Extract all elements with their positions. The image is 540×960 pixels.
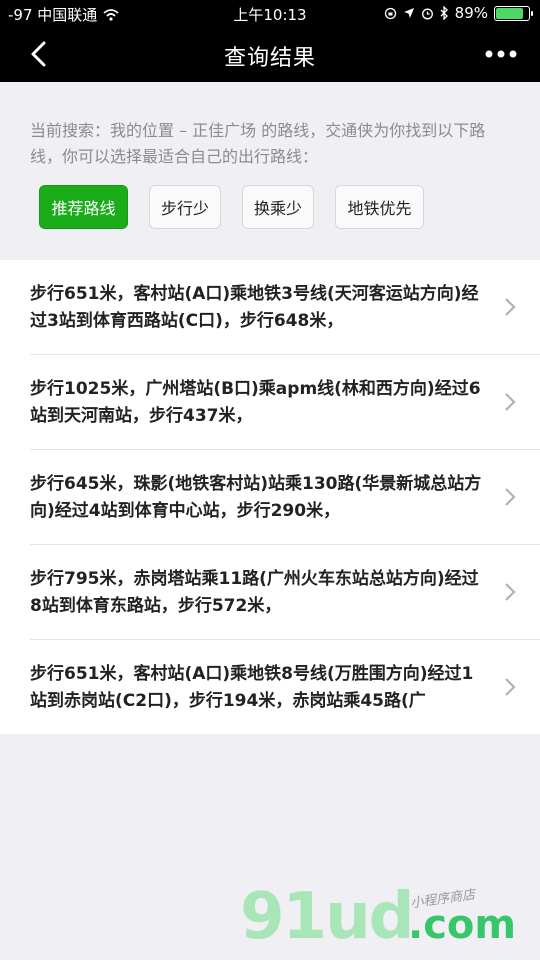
route-text: 步行645米，珠影(地铁客村站)站乘130路(华景新城总站方向)经过4站到体育中… [30,474,482,521]
battery-fill [496,7,523,19]
bluetooth-icon [440,6,448,20]
route-text: 步行1025米，广州塔站(B口)乘apm线(林和西方向)经过6站到天河南站，步行… [30,379,481,426]
chevron-right-icon [505,298,516,316]
status-bar: -97 中国联通 上午10:13 89% [0,0,540,26]
route-item[interactable]: 步行645米，珠影(地铁客村站)站乘130路(华景新城总站方向)经过4站到体育中… [0,450,540,545]
chevron-right-icon [505,678,516,696]
watermark-logo: 91ud 小程序商店 .com [240,880,540,960]
filter-bar: 推荐路线 步行少 换乘少 地铁优先 [39,185,424,229]
chevron-right-icon [505,488,516,506]
route-list: 步行651米，客村站(A口)乘地铁3号线(天河客运站方向)经过3站到体育西路站(… [0,260,540,734]
filter-recommended[interactable]: 推荐路线 [39,185,128,229]
watermark-domain: .com [408,902,517,948]
route-text: 步行795米，赤岗塔站乘11路(广州火车东站总站方向)经过8站到体育东路站，步行… [30,569,479,616]
search-description: 当前搜索：我的位置 – 正佳广场 的路线，交通侠为你找到以下路线，你可以选择最适… [30,121,486,166]
filter-less-walking[interactable]: 步行少 [149,185,221,229]
route-item[interactable]: 步行795米，赤岗塔站乘11路(广州火车东站总站方向)经过8站到体育东路站，步行… [0,545,540,640]
nav-bar: 查询结果 [0,26,540,82]
status-right: 89% [384,4,533,22]
route-text: 步行651米，客村站(A口)乘地铁3号线(天河客运站方向)经过3站到体育西路站(… [30,284,479,331]
route-item[interactable]: 步行651米，客村站(A口)乘地铁8号线(万胜围方向)经过1站到赤岗站(C2口)… [0,640,540,735]
location-icon [403,8,414,18]
route-text: 步行651米，客村站(A口)乘地铁8号线(万胜围方向)经过1站到赤岗站(C2口)… [30,664,474,711]
filter-subway-first[interactable]: 地铁优先 [335,185,424,229]
chevron-right-icon [505,393,516,411]
chevron-right-icon [505,583,516,601]
watermark-brand: 91ud [240,880,414,954]
route-item[interactable]: 步行651米，客村站(A口)乘地铁3号线(天河客运站方向)经过3站到体育西路站(… [0,260,540,355]
filter-less-transfer[interactable]: 换乘少 [242,185,314,229]
page-title: 查询结果 [223,46,316,71]
battery-icon [494,5,533,21]
orientation-lock-icon [384,7,396,19]
search-panel: 当前搜索：我的位置 – 正佳广场 的路线，交通侠为你找到以下路线，你可以选择最适… [0,82,540,258]
alarm-icon [421,8,433,19]
battery-percent: 89% [454,4,488,22]
more-dots-icon[interactable] [484,44,518,64]
route-item[interactable]: 步行1025米，广州塔站(B口)乘apm线(林和西方向)经过6站到天河南站，步行… [0,355,540,450]
